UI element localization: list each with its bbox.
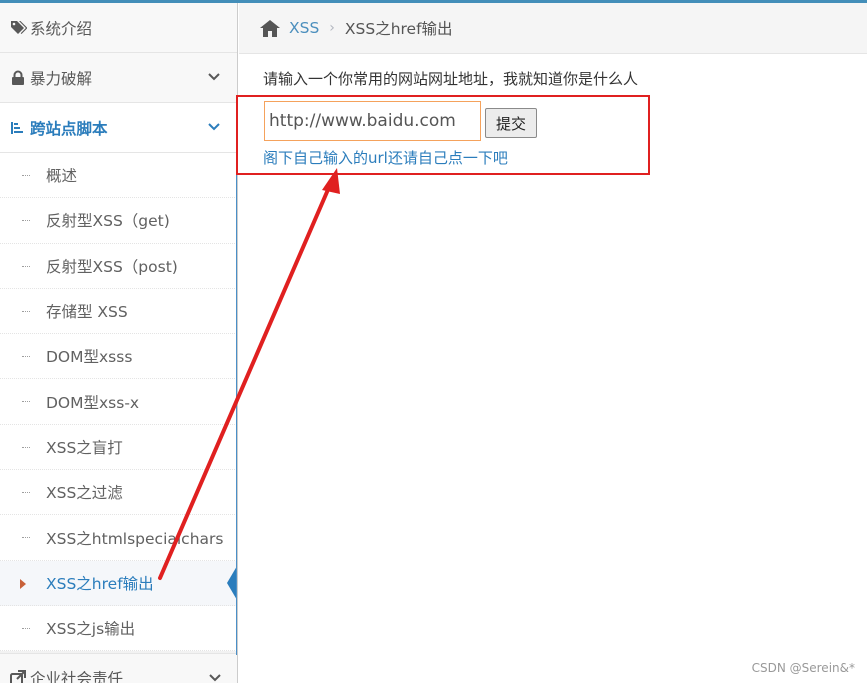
sidebar-subitem-js-output[interactable]: XSS之js输出 (0, 606, 237, 652)
sidebar-item-csr[interactable]: 企业社会责任 (0, 653, 237, 683)
url-input[interactable] (264, 101, 481, 141)
sidebar: 系统介绍 暴力破解 跨站点脚本 概述 反射型XSS（get) 反射型XSS（po… (0, 3, 238, 683)
result-link[interactable]: 阁下自己输入的url还请自己点一下吧 (263, 147, 508, 168)
sidebar-subitem-href-output[interactable]: XSS之href输出 (0, 560, 237, 606)
tags-icon (9, 19, 27, 37)
chevron-down-icon (207, 120, 221, 134)
active-indicator (227, 565, 237, 600)
submit-button[interactable]: 提交 (485, 108, 537, 138)
chevron-down-icon (207, 70, 221, 84)
sitemap-icon (9, 119, 27, 137)
sidebar-subitem-filter[interactable]: XSS之过滤 (0, 470, 237, 516)
lock-icon (9, 69, 27, 87)
external-link-icon (9, 669, 27, 683)
sidebar-item-bruteforce[interactable]: 暴力破解 (0, 53, 237, 103)
sidebar-subitem-dom[interactable]: DOM型xsss (0, 334, 237, 380)
sidebar-item-label: 企业社会责任 (30, 670, 124, 683)
sidebar-item-label: 暴力破解 (30, 69, 93, 88)
main-content: 请输入一个你常用的网站网址地址，我就知道你是什么人 提交 阁下自己输入的url还… (239, 55, 867, 683)
sidebar-subitem-reflected-get[interactable]: 反射型XSS（get) (0, 198, 237, 244)
watermark: CSDN @Serein&* (751, 661, 855, 675)
xss-submenu: 概述 反射型XSS（get) 反射型XSS（post) 存储型 XSS DOM型… (0, 153, 237, 652)
sidebar-item-intro[interactable]: 系统介绍 (0, 3, 237, 53)
breadcrumb-link-xss[interactable]: XSS (289, 19, 319, 37)
sidebar-item-label: 跨站点脚本 (30, 119, 108, 138)
breadcrumb: XSS › XSS之href输出 (239, 3, 867, 54)
sidebar-subitem-reflected-post[interactable]: 反射型XSS（post) (0, 244, 237, 289)
breadcrumb-separator-icon: › (329, 20, 335, 36)
chevron-down-icon (208, 671, 222, 683)
breadcrumb-current: XSS之href输出 (344, 20, 453, 38)
sidebar-item-label: 系统介绍 (30, 19, 93, 38)
sidebar-subitem-htmlspecialchars[interactable]: XSS之htmlspecialchars (0, 515, 237, 561)
prompt-text: 请输入一个你常用的网站网址地址，我就知道你是什么人 (263, 70, 639, 88)
sidebar-subitem-blind[interactable]: XSS之盲打 (0, 425, 237, 471)
sidebar-subitem-stored[interactable]: 存储型 XSS (0, 289, 237, 335)
sidebar-item-xss[interactable]: 跨站点脚本 (0, 103, 237, 153)
caret-right-icon (20, 578, 26, 589)
home-icon[interactable] (259, 18, 281, 38)
sidebar-subitem-overview[interactable]: 概述 (0, 153, 237, 199)
sidebar-subitem-dom-x[interactable]: DOM型xss-x (0, 379, 237, 425)
